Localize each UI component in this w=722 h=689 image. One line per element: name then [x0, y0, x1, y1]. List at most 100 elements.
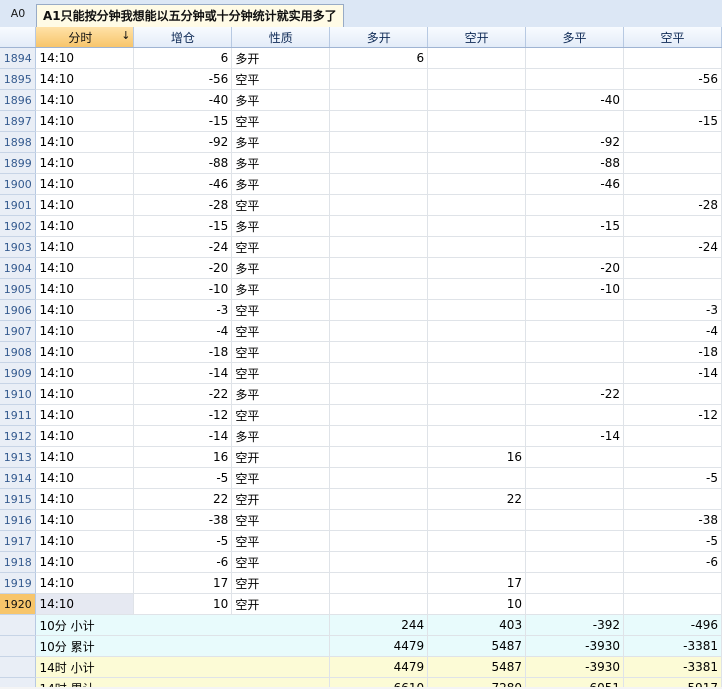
cell-short-open[interactable] [427, 551, 527, 573]
row-number[interactable]: 1906 [0, 299, 37, 321]
cell-short-close[interactable] [623, 173, 722, 195]
cell-time[interactable]: 14:10 [35, 488, 135, 510]
table-row[interactable]: 1907 14:10 -4 空平 -4 [0, 320, 722, 342]
summary-row[interactable]: 14时 累计66107280-6051-5917 [0, 677, 722, 687]
summary-label[interactable]: 10分 累计 [35, 635, 331, 657]
row-number[interactable]: 1896 [0, 89, 37, 111]
cell-nature[interactable]: 多平 [231, 152, 331, 174]
cell-long-close[interactable] [525, 446, 624, 468]
cell-long-open[interactable] [329, 278, 429, 300]
cell-short-close[interactable] [623, 131, 722, 153]
cell-short-close[interactable] [623, 446, 722, 468]
cell-nature[interactable]: 多平 [231, 257, 331, 279]
cell-short-open[interactable] [427, 425, 527, 447]
table-row[interactable]: 1897 14:10 -15 空平 -15 [0, 110, 722, 132]
cell-position-change[interactable]: -92 [133, 131, 233, 153]
row-number[interactable]: 1918 [0, 551, 37, 573]
cell-short-open[interactable]: 16 [427, 446, 527, 468]
cell-position-change[interactable]: 16 [133, 446, 233, 468]
cell-time[interactable]: 14:10 [35, 110, 135, 132]
table-row[interactable]: 1904 14:10 -20 多平 -20 [0, 257, 722, 279]
cell-long-open[interactable] [329, 551, 429, 573]
cell-long-open[interactable] [329, 110, 429, 132]
cell-long-close[interactable] [525, 593, 624, 615]
cell-time[interactable]: 14:10 [35, 299, 135, 321]
cell-nature[interactable]: 空平 [231, 551, 331, 573]
cell-position-change[interactable]: -22 [133, 383, 233, 405]
cell-time[interactable]: 14:10 [35, 320, 135, 342]
summary-short-close[interactable]: -5917 [623, 677, 722, 687]
cell-short-close[interactable] [623, 47, 722, 69]
cell-short-open[interactable] [427, 257, 527, 279]
column-header-short-close[interactable]: 空平 [623, 27, 722, 48]
cell-long-close[interactable]: -40 [525, 89, 624, 111]
row-number[interactable]: 1907 [0, 320, 37, 342]
cell-time[interactable]: 14:10 [35, 215, 135, 237]
cell-position-change[interactable]: 10 [133, 593, 233, 615]
cell-long-close[interactable] [525, 299, 624, 321]
cell-position-change[interactable]: -56 [133, 68, 233, 90]
cell-short-close[interactable] [623, 257, 722, 279]
cell-long-open[interactable] [329, 425, 429, 447]
summary-label[interactable]: 14时 小计 [35, 656, 331, 678]
cell-time[interactable]: 14:10 [35, 446, 135, 468]
cell-short-close[interactable]: -38 [623, 509, 722, 531]
cell-position-change[interactable]: -40 [133, 89, 233, 111]
cell-short-open[interactable] [427, 173, 527, 195]
cell-position-change[interactable]: -14 [133, 425, 233, 447]
cell-long-open[interactable] [329, 572, 429, 594]
summary-row[interactable]: 14时 小计 4479 5487 -3930 -3381 [0, 656, 722, 678]
cell-position-change[interactable]: -38 [133, 509, 233, 531]
row-number[interactable]: 1899 [0, 152, 37, 174]
cell-time[interactable]: 14:10 [35, 47, 135, 69]
cell-short-open[interactable] [427, 152, 527, 174]
cell-time[interactable]: 14:10 [35, 593, 135, 615]
summary-long-open[interactable]: 6610 [329, 677, 429, 687]
cell-short-open[interactable] [427, 215, 527, 237]
cell-long-close[interactable] [525, 47, 624, 69]
cell-nature[interactable]: 多平 [231, 131, 331, 153]
cell-long-close[interactable] [525, 488, 624, 510]
cell-short-open[interactable]: 22 [427, 488, 527, 510]
cell-long-close[interactable] [525, 509, 624, 531]
summary-short-open[interactable]: 403 [427, 614, 527, 636]
cell-long-open[interactable] [329, 341, 429, 363]
summary-long-open[interactable]: 4479 [329, 656, 429, 678]
cell-long-close[interactable] [525, 194, 624, 216]
cell-long-close[interactable] [525, 341, 624, 363]
table-row[interactable]: 1915 14:10 22 空开 22 [0, 488, 722, 510]
cell-long-close[interactable] [525, 404, 624, 426]
row-number[interactable]: 1913 [0, 446, 37, 468]
cell-long-close[interactable]: -46 [525, 173, 624, 195]
summary-long-close[interactable]: -3930 [525, 656, 624, 678]
cell-time[interactable]: 14:10 [35, 509, 135, 531]
cell-long-open[interactable] [329, 467, 429, 489]
cell-position-change[interactable]: -28 [133, 194, 233, 216]
cell-nature[interactable]: 多平 [231, 383, 331, 405]
cell-short-open[interactable] [427, 383, 527, 405]
summary-short-close[interactable]: -3381 [623, 656, 722, 678]
cell-time[interactable]: 14:10 [35, 530, 135, 552]
cell-long-open[interactable] [329, 509, 429, 531]
row-number[interactable]: 1902 [0, 215, 37, 237]
cell-nature[interactable]: 空平 [231, 509, 331, 531]
row-number[interactable]: 1901 [0, 194, 37, 216]
cell-short-close[interactable] [623, 383, 722, 405]
cell-long-close[interactable]: -10 [525, 278, 624, 300]
cell-short-close[interactable]: -4 [623, 320, 722, 342]
cell-time[interactable]: 14:10 [35, 236, 135, 258]
cell-long-open[interactable] [329, 152, 429, 174]
cell-nature[interactable]: 空开 [231, 446, 331, 468]
cell-position-change[interactable]: -5 [133, 467, 233, 489]
row-number[interactable]: 1909 [0, 362, 37, 384]
row-number[interactable]: 1919 [0, 572, 37, 594]
table-row[interactable]: 1918 14:10 -6 空平 -6 [0, 551, 722, 573]
cell-short-open[interactable] [427, 362, 527, 384]
cell-long-open[interactable] [329, 383, 429, 405]
cell-short-close[interactable] [623, 572, 722, 594]
cell-position-change[interactable]: 22 [133, 488, 233, 510]
cell-position-change[interactable]: -20 [133, 257, 233, 279]
cell-long-close[interactable] [525, 362, 624, 384]
cell-long-open[interactable] [329, 530, 429, 552]
cell-short-close[interactable]: -6 [623, 551, 722, 573]
